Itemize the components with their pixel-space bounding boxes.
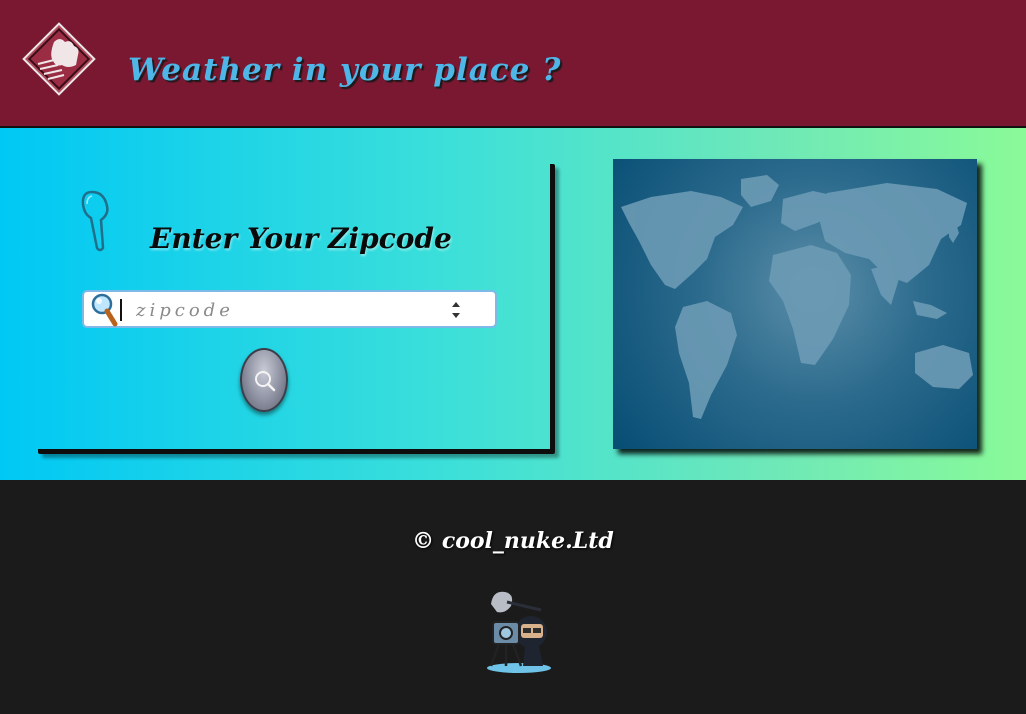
magnifier-icon [91, 293, 118, 327]
spinner-up-icon[interactable] [452, 302, 460, 307]
world-map-graphic [621, 175, 973, 419]
cloud-rain-diamond-icon [22, 22, 96, 96]
paperclip-pin-icon [81, 190, 109, 252]
number-spinner[interactable] [450, 300, 462, 322]
zipcode-heading: Enter Your Zipcode [150, 222, 452, 255]
copyright-text: © cool_nuke.Ltd [412, 528, 614, 554]
main-section: Enter Your Zipcode [0, 128, 1026, 480]
world-map [613, 159, 977, 449]
page-title: Weather in your place ? [128, 52, 562, 88]
site-header: Weather in your place ? [0, 0, 1026, 128]
search-button[interactable] [240, 348, 288, 412]
search-icon [255, 371, 276, 392]
spinner-down-icon[interactable] [452, 313, 460, 318]
zipcode-input[interactable] [134, 296, 468, 324]
zipcode-search-box [82, 290, 497, 328]
text-caret [120, 299, 122, 321]
cameraman-mascot-icon [487, 591, 551, 673]
site-footer: © cool_nuke.Ltd [0, 480, 1026, 714]
